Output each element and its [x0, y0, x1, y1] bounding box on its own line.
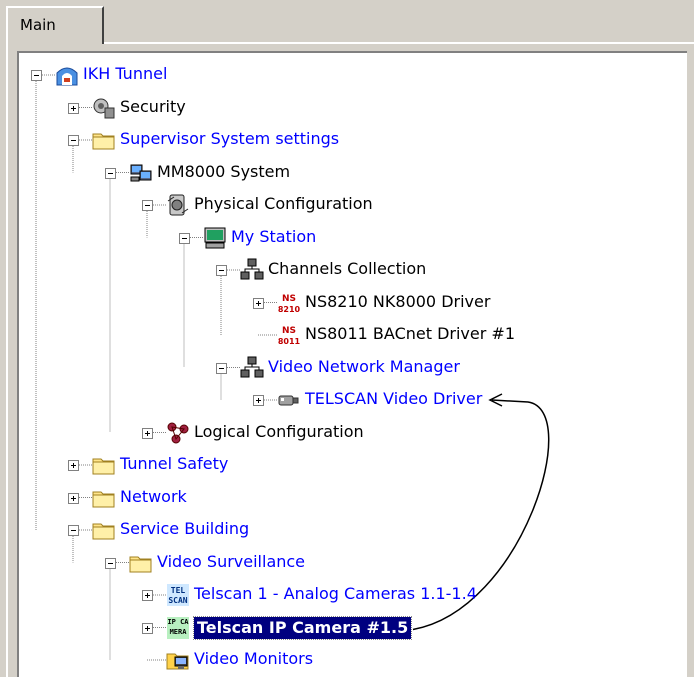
tree-item-telscan1[interactable]: Telscan 1 - Analog Cameras 1.1-1.4	[194, 584, 477, 604]
collapse-icon[interactable]	[216, 362, 227, 374]
tree-item-videomon[interactable]: Video Monitors	[194, 649, 313, 669]
tree-item-ns8011[interactable]: NS8011 BACnet Driver #1	[305, 324, 515, 344]
expand-icon[interactable]	[253, 395, 264, 406]
tree-view[interactable]: IKH Tunnel Security Supervisor System sett…	[17, 51, 687, 677]
tree-item-network[interactable]: Network	[120, 487, 187, 507]
collapse-icon[interactable]	[105, 557, 116, 569]
folder-icon	[92, 486, 115, 508]
collapse-icon[interactable]	[68, 525, 79, 536]
svg-text:SCAN: SCAN	[168, 596, 187, 605]
system-icon	[129, 161, 152, 183]
folder-icon	[92, 453, 115, 475]
svg-text:TEL: TEL	[171, 586, 186, 595]
collapse-icon[interactable]	[105, 167, 116, 179]
network-icon	[240, 356, 264, 378]
tree-item-supervisor[interactable]: Supervisor System settings	[120, 129, 339, 149]
tree-item-channels[interactable]: Channels Collection	[268, 259, 426, 279]
tunnel-icon	[55, 63, 78, 86]
ip-camera-icon: IP CA MERA	[166, 616, 189, 639]
tree-item-tunnelsafety[interactable]: Tunnel Safety	[120, 454, 228, 474]
collapse-icon[interactable]	[142, 200, 153, 211]
expand-icon[interactable]	[68, 102, 79, 114]
camera-icon	[277, 388, 299, 410]
station-icon	[203, 226, 226, 248]
folder-icon	[129, 551, 152, 573]
driver-icon: NS 8210	[277, 291, 301, 314]
svg-text:MERA: MERA	[170, 628, 188, 636]
monitor-folder-icon	[166, 648, 189, 670]
folder-icon	[92, 518, 115, 540]
tree-item-ns8210[interactable]: NS8210 NK8000 Driver	[305, 292, 490, 312]
tree-item-videonet[interactable]: Video Network Manager	[268, 357, 460, 377]
network-icon	[240, 258, 264, 280]
svg-text:8011: 8011	[278, 337, 301, 346]
tree-item-ikh[interactable]: IKH Tunnel	[83, 64, 167, 84]
physical-config-icon	[166, 193, 189, 216]
collapse-icon[interactable]	[31, 70, 42, 81]
collapse-icon[interactable]	[216, 265, 227, 276]
tree-item-mystation[interactable]: My Station	[231, 227, 316, 247]
svg-text:IP CA: IP CA	[167, 618, 189, 626]
expand-icon[interactable]	[142, 427, 153, 439]
tab-main[interactable]: Main	[6, 6, 104, 44]
tree-item-servicebuilding[interactable]: Service Building	[120, 519, 249, 539]
expand-icon[interactable]	[68, 460, 79, 471]
tab-strip: Main	[0, 0, 694, 44]
tree-item-mm8000[interactable]: MM8000 System	[157, 162, 290, 182]
logical-config-icon	[166, 421, 189, 443]
expand-icon[interactable]	[253, 297, 264, 309]
tree-item-physical[interactable]: Physical Configuration	[194, 194, 373, 214]
collapse-icon[interactable]	[179, 232, 190, 244]
tree-item-videosurv[interactable]: Video Surveillance	[157, 552, 305, 572]
svg-text:NS: NS	[282, 294, 296, 304]
expand-icon[interactable]	[142, 622, 153, 634]
tree-item-logical[interactable]: Logical Configuration	[194, 422, 364, 442]
folder-icon	[92, 128, 115, 150]
driver-icon: NS 8011	[277, 323, 301, 346]
tree-item-telscanip[interactable]: Telscan IP Camera #1.5	[192, 615, 413, 640]
tree-item-telscandrv[interactable]: TELSCAN Video Driver	[305, 389, 482, 409]
security-icon	[92, 96, 115, 118]
expand-icon[interactable]	[142, 590, 153, 601]
collapse-icon[interactable]	[68, 135, 79, 146]
tree-item-security[interactable]: Security	[120, 97, 186, 117]
telscan-icon: TEL SCAN	[166, 583, 189, 606]
svg-text:8210: 8210	[278, 305, 301, 314]
expand-icon[interactable]	[68, 492, 79, 504]
svg-text:NS: NS	[282, 326, 296, 336]
